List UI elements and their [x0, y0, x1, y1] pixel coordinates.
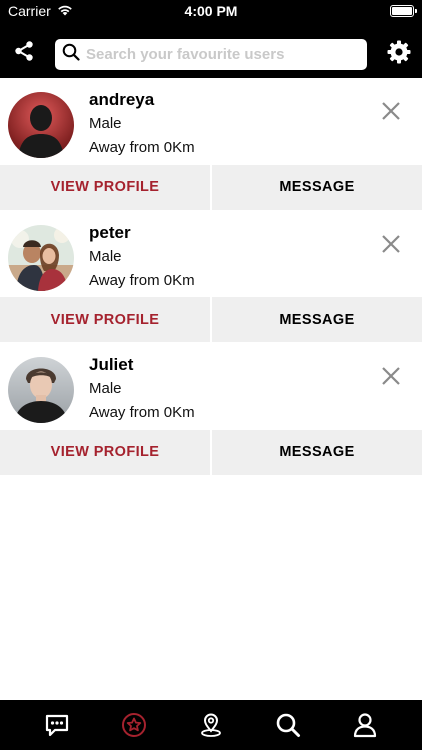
user-distance: Away from 0Km [89, 271, 195, 289]
user-name: Juliet [89, 355, 134, 374]
top-bar [0, 24, 422, 78]
user-gender: Male [89, 247, 122, 265]
chat-icon[interactable] [37, 705, 77, 745]
close-icon[interactable] [380, 233, 402, 255]
user-gender: Male [89, 115, 122, 132]
user-name: andreya [89, 90, 155, 109]
location-pin-icon[interactable] [191, 705, 231, 745]
user-card: Juliet Male Away from 0Km VIEW PROFILE M… [0, 343, 422, 476]
tab-bar [0, 700, 422, 750]
share-icon[interactable] [10, 37, 38, 65]
message-button[interactable]: MESSAGE [212, 297, 422, 342]
close-icon[interactable] [380, 100, 402, 122]
avatar[interactable] [8, 357, 74, 423]
view-profile-button[interactable]: VIEW PROFILE [0, 429, 210, 475]
avatar[interactable] [8, 92, 74, 158]
search-input[interactable] [86, 46, 356, 63]
view-profile-button[interactable]: VIEW PROFILE [0, 297, 210, 342]
message-button[interactable]: MESSAGE [212, 429, 422, 475]
favorites-star-icon[interactable] [114, 705, 154, 745]
gear-icon[interactable] [384, 37, 414, 67]
search-icon[interactable] [268, 705, 308, 745]
message-button[interactable]: MESSAGE [212, 164, 422, 210]
status-bar: Carrier 4:00 PM [0, 0, 422, 24]
user-card: andreya Male Away from 0Km VIEW PROFILE … [0, 78, 422, 211]
user-distance: Away from 0Km [89, 404, 195, 421]
view-profile-button[interactable]: VIEW PROFILE [0, 164, 210, 210]
status-time: 4:00 PM [184, 3, 238, 19]
search-icon [62, 43, 80, 66]
user-name: peter [89, 222, 131, 242]
close-icon[interactable] [380, 365, 402, 387]
user-distance: Away from 0Km [89, 139, 195, 156]
profile-icon[interactable] [345, 705, 385, 745]
user-gender: Male [89, 380, 122, 397]
avatar[interactable] [8, 224, 74, 291]
search-bar[interactable] [55, 39, 367, 70]
user-list: andreya Male Away from 0Km VIEW PROFILE … [0, 78, 422, 476]
user-card: peter Male Away from 0Km VIEW PROFILE ME… [0, 210, 422, 343]
battery-icon [390, 5, 417, 17]
